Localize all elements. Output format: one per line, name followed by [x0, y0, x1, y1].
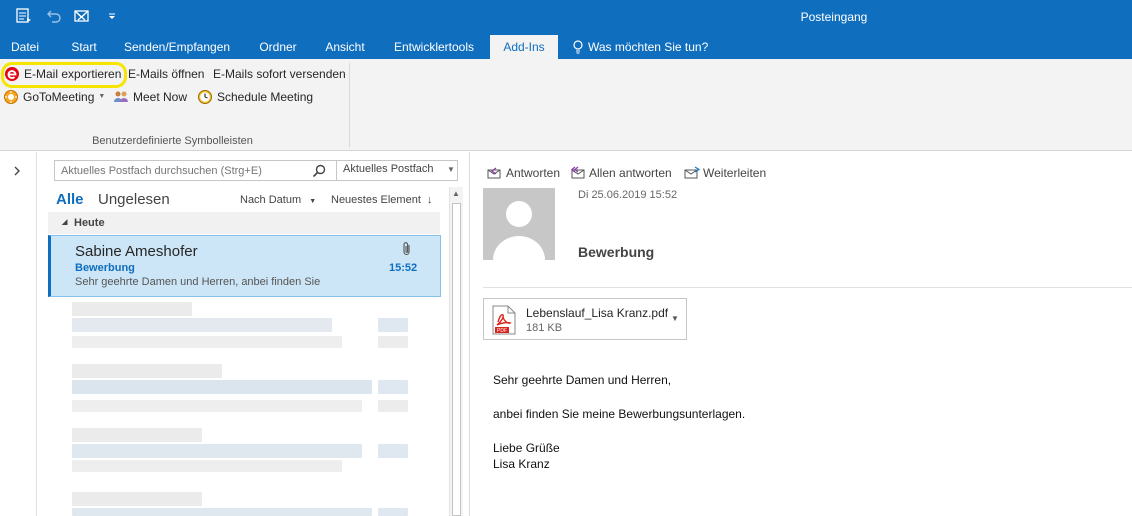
- send-receive-icon[interactable]: [14, 6, 34, 26]
- mail-item-blurred[interactable]: [48, 298, 440, 362]
- mail-subject: Bewerbung: [75, 262, 135, 274]
- forward-label: Weiterleiten: [703, 166, 767, 180]
- tell-me-search[interactable]: Was möchten Sie tun?: [572, 35, 712, 59]
- tab-add-ins[interactable]: Add-Ins: [490, 35, 558, 59]
- mail-preview: Sehr geehrte Damen und Herren, anbei fin…: [75, 276, 321, 288]
- lightbulb-icon: [572, 40, 584, 54]
- group-header-today[interactable]: ◢ Heute: [48, 212, 440, 234]
- sender-avatar: [483, 188, 555, 260]
- search-icon[interactable]: [311, 163, 327, 179]
- attachment-name: Lebenslauf_Lisa Kranz.pdf: [526, 306, 669, 320]
- search-scope-divider: [336, 161, 337, 180]
- mail-delete-icon[interactable]: [72, 6, 92, 26]
- body-paragraph: Lisa Kranz: [493, 457, 550, 471]
- pdf-file-icon: PDF: [492, 305, 516, 335]
- tab-start[interactable]: Start: [62, 35, 106, 59]
- undo-icon[interactable]: [44, 6, 64, 26]
- received-date: Di 25.06.2019 15:52: [578, 189, 678, 201]
- group-header-label: Heute: [74, 217, 105, 229]
- mail-item-blurred[interactable]: [48, 490, 440, 516]
- sort-by-dropdown[interactable]: Nach Datum ▼: [240, 194, 316, 206]
- schedule-meeting-label: Schedule Meeting: [217, 90, 314, 104]
- reply-label: Antworten: [506, 166, 561, 180]
- chevron-down-icon[interactable]: ▼: [447, 165, 455, 174]
- mail-time: 15:52: [389, 262, 418, 274]
- tab-entwicklertools[interactable]: Entwicklertools: [386, 35, 482, 59]
- gotomeeting-label: GoToMeeting: [23, 90, 95, 104]
- sort-order-label: Neuestes Element: [331, 194, 421, 206]
- expand-folder-pane-icon[interactable]: [12, 165, 22, 180]
- export-logo-icon: [4, 66, 20, 82]
- reply-icon: [487, 166, 503, 180]
- tab-senden-empfangen[interactable]: Senden/Empfangen: [116, 35, 238, 59]
- collapse-triangle-icon: ◢: [62, 219, 68, 226]
- people-icon: [113, 89, 129, 105]
- body-paragraph: Sehr geehrte Damen und Herren,: [493, 373, 672, 387]
- scrollbar-thumb[interactable]: [452, 203, 461, 516]
- ribbon-group-label: Benutzerdefinierte Symbolleisten: [92, 135, 253, 147]
- reply-all-button[interactable]: Allen antworten: [570, 165, 672, 181]
- mail-item-blurred[interactable]: [48, 426, 440, 490]
- body-paragraph: Liebe Grüße: [493, 441, 560, 455]
- gotomeeting-button[interactable]: GoToMeeting ▼: [3, 87, 105, 107]
- attachment-menu-icon[interactable]: ▼: [671, 314, 679, 323]
- export-email-label: E-Mail exportieren: [24, 67, 122, 81]
- meet-now-button[interactable]: Meet Now: [113, 87, 187, 107]
- search-box: Aktuelles Postfach ▼: [54, 160, 458, 181]
- mail-item-selected[interactable]: Sabine Ameshofer Bewerbung Sehr geehrte …: [48, 235, 441, 297]
- send-now-button[interactable]: E-Mails sofort versenden: [213, 64, 346, 84]
- schedule-meeting-button[interactable]: Schedule Meeting: [197, 87, 313, 107]
- tab-datei[interactable]: Datei: [2, 35, 48, 59]
- search-input[interactable]: [55, 161, 335, 180]
- reading-subject: Bewerbung: [578, 244, 655, 260]
- sort-by-label: Nach Datum: [240, 194, 302, 206]
- reply-all-icon: [570, 166, 586, 180]
- mail-item-blurred[interactable]: [48, 362, 440, 426]
- window-title: Posteingang: [800, 10, 868, 24]
- tab-ordner[interactable]: Ordner: [250, 35, 306, 59]
- mail-sender: Sabine Ameshofer: [75, 243, 198, 260]
- reply-all-label: Allen antworten: [589, 166, 672, 180]
- search-scope-dropdown[interactable]: Aktuelles Postfach: [343, 163, 434, 175]
- pdf-badge-text: PDF: [497, 328, 507, 334]
- clock-icon: [197, 89, 213, 105]
- person-silhouette-icon: [493, 201, 545, 260]
- mail-list-scrollbar[interactable]: ▲: [449, 187, 463, 516]
- tell-me-label: Was möchten Sie tun?: [588, 40, 709, 54]
- customize-toolbar-icon[interactable]: [102, 6, 122, 26]
- folder-pane-collapsed: [0, 152, 37, 516]
- attachment-size: 181 KB: [526, 322, 563, 334]
- reply-button[interactable]: Antworten: [487, 165, 560, 181]
- ribbon-tab-bar: Datei Start Senden/Empfangen Ordner Ansi…: [0, 35, 1132, 59]
- paperclip-icon: [401, 241, 413, 257]
- chevron-down-icon: ▼: [309, 198, 317, 205]
- ribbon: E-Mail exportieren E-Mails öffnen E-Mail…: [0, 59, 1132, 151]
- dropdown-arrow-icon: ▼: [98, 93, 106, 100]
- tab-ansicht[interactable]: Ansicht: [316, 35, 374, 59]
- filter-unread[interactable]: Ungelesen: [98, 191, 170, 208]
- scroll-up-arrow-icon[interactable]: ▲: [452, 189, 460, 198]
- arrow-down-icon: ↓: [426, 194, 433, 206]
- ribbon-group-divider: [349, 63, 350, 147]
- pane-divider[interactable]: [469, 152, 470, 516]
- attachment-card[interactable]: PDF Lebenslauf_Lisa Kranz.pdf 181 KB ▼: [483, 298, 687, 340]
- gotomeeting-icon: [3, 89, 19, 105]
- forward-button[interactable]: Weiterleiten: [684, 165, 766, 181]
- export-email-button[interactable]: E-Mail exportieren: [4, 64, 121, 84]
- header-divider: [483, 287, 1132, 288]
- title-bar: Posteingang: [0, 0, 1132, 35]
- body-paragraph: anbei finden Sie meine Bewerbungsunterla…: [493, 407, 746, 421]
- meet-now-label: Meet Now: [133, 90, 188, 104]
- forward-icon: [684, 166, 700, 180]
- open-emails-button[interactable]: E-Mails öffnen: [128, 64, 204, 84]
- filter-all[interactable]: Alle: [56, 191, 84, 208]
- sort-order-toggle[interactable]: Neuestes Element ↓: [331, 194, 432, 206]
